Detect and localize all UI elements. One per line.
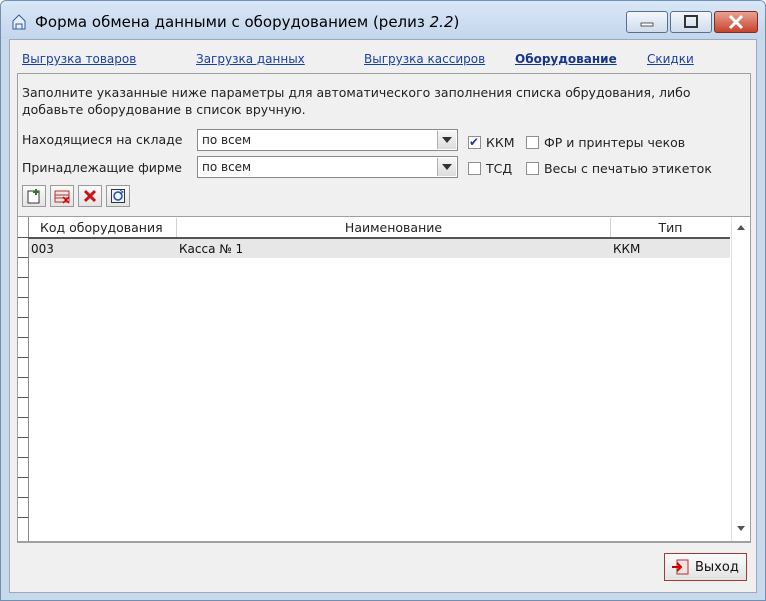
tab-bar: Выгрузка товаров Загрузка данных Выгрузк… [10, 40, 756, 70]
close-icon [728, 14, 744, 30]
company-value: по всем [202, 160, 252, 174]
equipment-table: Код оборудования Наименование Тип 003 Ка… [17, 216, 751, 542]
scroll-up-icon[interactable] [737, 225, 745, 230]
add-button[interactable] [22, 185, 46, 207]
exit-icon [672, 559, 689, 575]
refresh-button[interactable] [106, 185, 130, 207]
chevron-down-icon[interactable] [437, 131, 456, 149]
window-title: Форма обмена данными с оборудованием (ре… [35, 13, 460, 31]
warehouse-value: по всем [202, 133, 252, 147]
app-icon [12, 14, 26, 30]
exit-button[interactable]: Выход [664, 553, 747, 581]
vertical-scrollbar[interactable] [731, 217, 750, 541]
refresh-icon [111, 189, 125, 203]
tab-equipment[interactable]: Оборудование [515, 52, 617, 66]
description-text: Заполните указанные ниже параметры для а… [22, 85, 691, 117]
checkbox-tsd[interactable] [468, 162, 481, 175]
close-button[interactable] [714, 11, 758, 33]
checkbox-scales[interactable] [526, 162, 539, 175]
company-combo[interactable]: по всем [197, 156, 458, 178]
column-header-code[interactable]: Код оборудования [29, 218, 177, 237]
cell-type: ККМ [613, 242, 641, 256]
delete-row-icon [54, 190, 70, 204]
checkmark-icon: ✔ [469, 135, 480, 149]
checkbox-kkm-label: ККМ [486, 135, 515, 150]
delete-button[interactable] [78, 185, 102, 207]
maximize-button[interactable] [670, 11, 712, 33]
checkbox-fr-printers-label: ФР и принтеры чеков [544, 135, 686, 150]
minimize-button[interactable] [626, 11, 668, 33]
tab-discounts[interactable]: Скидки [647, 52, 694, 66]
app-window: Форма обмена данными с оборудованием (ре… [0, 0, 766, 601]
delete-icon [83, 189, 97, 203]
column-header-name[interactable]: Наименование [177, 218, 611, 237]
tab-upload-goods[interactable]: Выгрузка товаров [22, 52, 136, 66]
exit-button-label: Выход [695, 559, 739, 575]
checkbox-tsd-label: ТСД [486, 161, 513, 176]
table-row[interactable]: 003 Касса № 1 ККМ [29, 239, 730, 258]
warehouse-combo[interactable]: по всем [197, 129, 458, 151]
maximize-icon [684, 15, 698, 28]
column-header-type[interactable]: Тип [611, 218, 730, 237]
checkbox-fr-printers[interactable] [526, 136, 539, 149]
company-label: Принадлежащие фирме [22, 160, 182, 175]
title-bar: Форма обмена данными с оборудованием (ре… [1, 1, 765, 39]
minimize-icon [640, 22, 654, 27]
chevron-down-icon[interactable] [437, 158, 456, 176]
form-client-area: Выгрузка товаров Загрузка данных Выгрузк… [9, 39, 757, 593]
delete-row-button[interactable] [50, 185, 74, 207]
row-selector-column [18, 217, 29, 541]
tab-upload-cashiers[interactable]: Выгрузка кассиров [364, 52, 485, 66]
checkbox-kkm[interactable]: ✔ [468, 135, 481, 149]
scroll-down-icon[interactable] [737, 526, 745, 531]
add-icon [27, 189, 40, 204]
warehouse-label: Находящиеся на складе [22, 132, 183, 147]
cell-code: 003 [31, 242, 54, 256]
checkbox-scales-label: Весы с печатью этикеток [544, 161, 712, 176]
cell-name: Касса № 1 [179, 242, 244, 256]
tab-load-data[interactable]: Загрузка данных [196, 52, 305, 66]
